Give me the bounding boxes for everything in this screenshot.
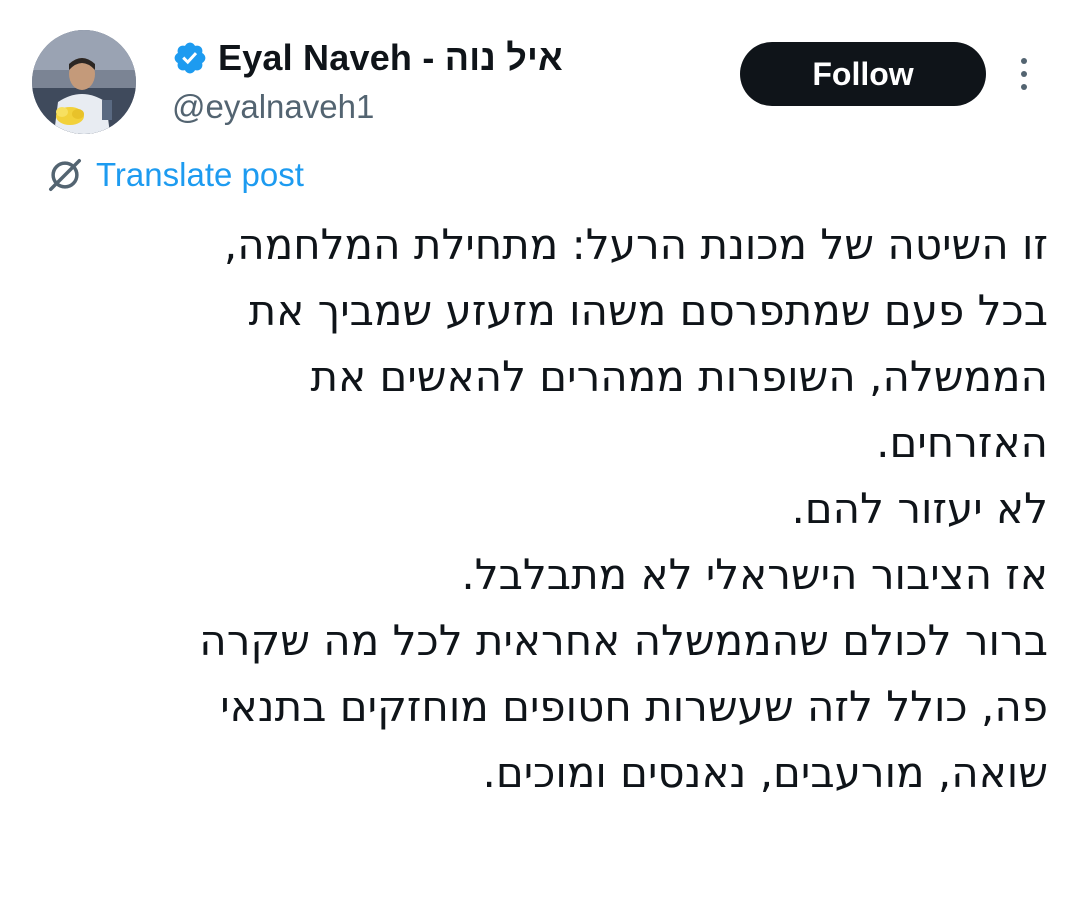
tweet-line: אז הציבור הישראלי לא מתבלבל. — [461, 550, 1048, 599]
tweet-line: פה, כולל לזה שעשרות חטופים מוחזקים בתנאי — [220, 682, 1048, 731]
tweet-line: ברור לכולם שהממשלה אחראית לכל מה שקרה — [199, 616, 1048, 665]
translate-icon — [49, 159, 81, 191]
author-display-name: Eyal Naveh - איל נוה — [218, 37, 563, 78]
tweet-line: האזרחים. — [876, 418, 1048, 467]
translate-post-label: Translate post — [96, 156, 304, 193]
avatar-photo — [32, 30, 136, 134]
avatar[interactable] — [32, 30, 136, 134]
author-handle[interactable]: @eyalnaveh1 — [172, 88, 374, 126]
tweet-line: שואה, מורעבים, נאנסים ומוכים. — [482, 748, 1048, 797]
follow-button[interactable]: Follow — [740, 42, 986, 106]
more-dot-icon — [1021, 58, 1027, 64]
tweet-line: זו השיטה של מכונת הרעל: מתחילת המלחמה, — [223, 220, 1048, 269]
tweet-line: בכל פעם שמתפרסם משהו מזעזע שמביך את — [248, 286, 1048, 335]
tweet-line: לא יעזור להם. — [791, 484, 1048, 533]
tweet-line: הממשלה, השופרות ממהרים להאשים את — [310, 352, 1048, 401]
author-name-row[interactable]: Eyal Naveh - איל נוה — [172, 36, 563, 80]
more-options-icon[interactable] — [1004, 52, 1044, 96]
more-dot-icon — [1021, 84, 1027, 90]
translate-post-button[interactable]: Translate post — [46, 152, 304, 198]
tweet-text: זו השיטה של מכונת הרעל: מתחילת המלחמה, ב… — [32, 212, 1048, 806]
verified-badge-icon — [174, 42, 206, 74]
more-dot-icon — [1021, 71, 1027, 77]
